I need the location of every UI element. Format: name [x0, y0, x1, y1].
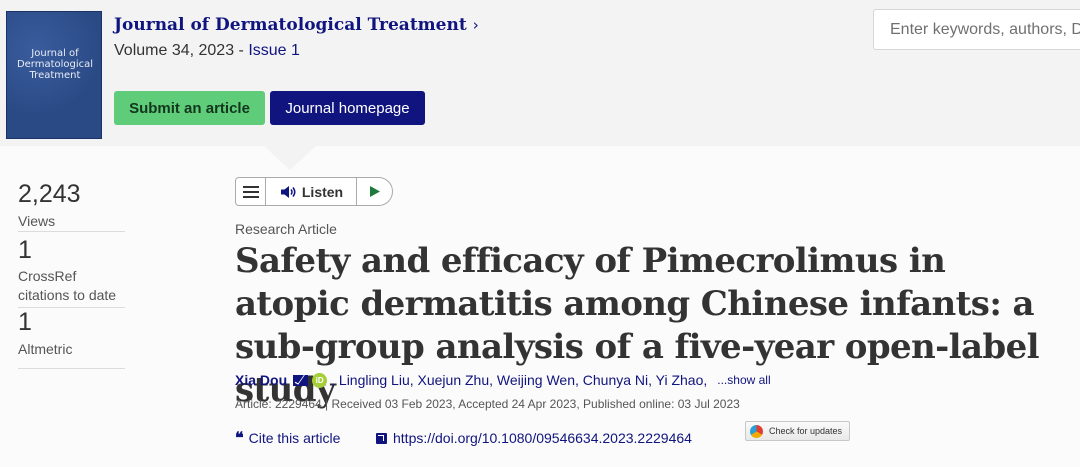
chevron-right-icon: › [472, 16, 479, 34]
cite-label: Cite this article [248, 430, 341, 446]
journal-cover-image[interactable]: Journal of Dermatological Treatment [6, 11, 102, 139]
views-count: 2,243 [18, 180, 81, 208]
listen-toolbar: Listen [235, 177, 393, 206]
crossref-count[interactable]: 1 [18, 236, 32, 265]
doi-link[interactable]: https://doi.org/10.1080/09546634.2023.22… [376, 430, 692, 446]
metric-divider [18, 368, 125, 369]
listen-button[interactable]: Listen [267, 178, 357, 205]
volume-issue: Volume 34, 2023 - Issue 1 [114, 42, 300, 60]
journal-homepage-button[interactable]: Journal homepage [270, 91, 425, 125]
views-label: Views [18, 213, 56, 229]
journal-title-link[interactable]: Journal of Dermatological Treatment › [114, 15, 479, 35]
altmetric-label: Altmetric [18, 341, 73, 357]
doi-text: https://doi.org/10.1080/09546634.2023.22… [393, 430, 692, 446]
cover-title: Journal of Dermatological Treatment [16, 48, 94, 81]
check-for-updates-button[interactable]: Check for updates [745, 421, 850, 441]
header-notch [264, 146, 316, 170]
menu-icon[interactable] [236, 178, 266, 205]
submit-article-button[interactable]: Submit an article [114, 91, 265, 125]
other-authors[interactable]: , Lingling Liu, Xuejun Zhu, Weijing Wen,… [331, 372, 707, 388]
orcid-icon[interactable]: iD [312, 372, 328, 388]
issue-link[interactable]: Issue 1 [248, 42, 300, 59]
cite-article-link[interactable]: ❝ Cite this article [235, 428, 341, 447]
listen-label: Listen [301, 183, 344, 200]
author-list: Xia Dou iD , Lingling Liu, Xuejun Zhu, W… [235, 372, 771, 388]
crossref-label: CrossRef citations to date [18, 268, 117, 303]
article-meta: Article: 2229464 | Received 03 Feb 2023,… [235, 397, 740, 411]
metric-divider [18, 231, 125, 232]
metric-divider [18, 307, 125, 308]
crossmark-icon [750, 424, 763, 438]
altmetric-count[interactable]: 1 [18, 308, 32, 337]
quote-icon: ❝ [235, 428, 244, 447]
play-icon[interactable] [358, 178, 392, 205]
volume-text: Volume 34, 2023 - [114, 42, 249, 59]
show-all-authors-link[interactable]: ...show all [717, 373, 770, 387]
article-type: Research Article [235, 221, 337, 237]
speaker-icon [280, 185, 296, 198]
journal-title-text: Journal of Dermatological Treatment [114, 15, 467, 35]
external-link-icon [376, 432, 387, 444]
search-input[interactable]: Enter keywords, authors, DOI [873, 9, 1080, 50]
author-link[interactable]: Xia Dou [235, 372, 287, 388]
mail-icon[interactable] [293, 374, 309, 386]
updates-label: Check for updates [769, 426, 843, 436]
